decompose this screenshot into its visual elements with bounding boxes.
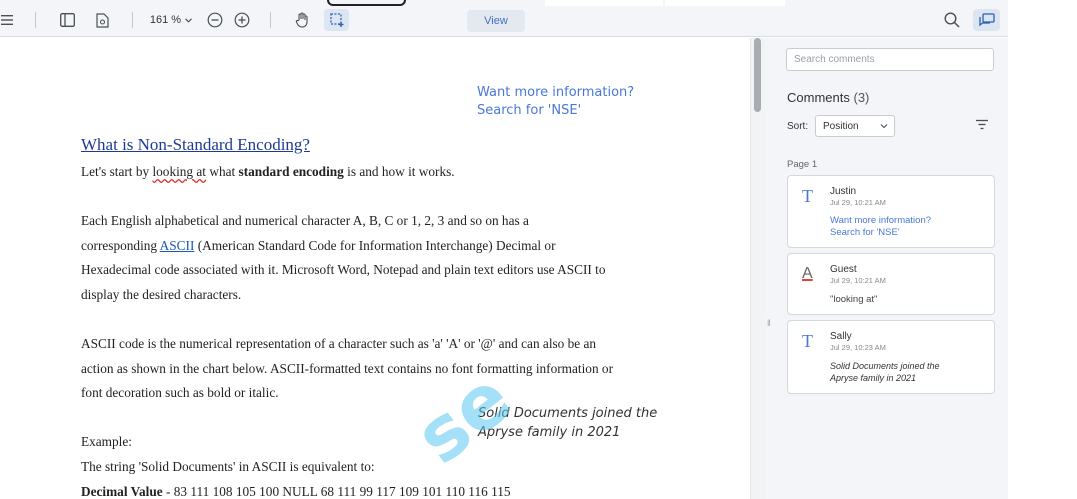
document-heading: What is Non-Standard Encoding? xyxy=(81,135,310,154)
free-text-icon: T xyxy=(802,331,813,351)
example-label: Example: xyxy=(81,434,132,449)
zoom-level-dropdown[interactable]: 161 % xyxy=(148,9,194,31)
comment-line: Apryse family in 2021 xyxy=(830,373,917,383)
tab-strip-segment xyxy=(665,0,785,6)
tab-strip-segment xyxy=(545,0,663,6)
page-group-label: Page 1 xyxy=(787,159,818,170)
filter-icon[interactable] xyxy=(975,119,989,130)
comment-timestamp: Jul 29, 10:21 AM xyxy=(830,276,886,285)
text-span: is and how it works. xyxy=(343,164,455,179)
paragraph-line: Each English alphabetical and numerical … xyxy=(81,213,529,228)
text-span: what xyxy=(206,164,239,179)
area-select-icon[interactable] xyxy=(324,9,349,31)
panel-resize-handle[interactable] xyxy=(765,38,773,499)
search-comments-input[interactable]: Search comments xyxy=(786,48,994,71)
bold-text: Decimal Value xyxy=(81,484,163,499)
text-span: - 83 111 108 105 100 NULL 68 111 99 117 … xyxy=(162,484,511,499)
grip-icon: ‖ xyxy=(767,318,771,328)
annotation-line: Want more information? xyxy=(477,85,635,100)
comments-icon[interactable] xyxy=(973,9,1000,31)
comment-card[interactable]: A Guest Jul 29, 10:21 AM "looking at" xyxy=(787,253,995,315)
comment-content: "looking at" xyxy=(830,294,877,306)
top-toolbar: 161 % View xyxy=(0,0,1008,37)
page-margin xyxy=(1008,0,1077,499)
toolbar-divider xyxy=(35,12,36,28)
sort-label: Sort: xyxy=(787,121,809,132)
view-mode-button[interactable]: View xyxy=(467,10,525,32)
intro-paragraph: Let's start by looking at what standard … xyxy=(81,164,455,180)
active-tab-outline[interactable] xyxy=(327,0,406,6)
comment-author: Justin xyxy=(830,186,857,197)
paragraph-line: action as shown in the chart below. ASCI… xyxy=(81,361,613,376)
annotation-line: Search for 'NSE' xyxy=(477,103,582,118)
zoom-out-icon[interactable] xyxy=(205,9,225,31)
comment-line: Solid Documents joined the xyxy=(830,361,940,371)
comments-count: (3) xyxy=(853,90,870,105)
comment-content: Solid Documents joined the Apryse family… xyxy=(830,360,940,384)
underline-annotation-icon: A xyxy=(802,265,813,282)
paragraph-line: display the desired characters. xyxy=(81,287,242,302)
pan-hand-icon[interactable] xyxy=(292,9,312,31)
comment-author: Guest xyxy=(830,264,857,275)
document-icon[interactable] xyxy=(92,9,112,31)
zoom-level-value: 161 % xyxy=(149,14,182,26)
comment-card[interactable]: T Justin Jul 29, 10:21 AM Want more info… xyxy=(787,175,995,248)
decimal-value-line: Decimal Value - 83 111 108 105 100 NULL … xyxy=(81,484,511,499)
example-line: The string 'Solid Documents' in ASCII is… xyxy=(81,459,375,474)
comments-heading: Comments (3) xyxy=(787,90,869,105)
document-scrollbar-thumb[interactable] xyxy=(754,38,761,112)
panel-toggle-icon[interactable] xyxy=(57,9,77,31)
paragraph-line: corresponding ASCII (American Standard C… xyxy=(81,238,556,254)
text-span: (American Standard Code for Information … xyxy=(194,238,556,253)
comment-content: Want more information? Search for 'NSE' xyxy=(830,215,931,239)
ascii-link[interactable]: ASCII xyxy=(160,238,195,253)
toolbar-divider xyxy=(132,12,133,28)
search-icon[interactable] xyxy=(941,9,963,31)
chevron-down-icon xyxy=(880,124,888,129)
highlight-annotation[interactable]: looking at xyxy=(152,164,206,179)
paragraph-line: font decoration such as bold or italic. xyxy=(81,385,279,400)
comment-card[interactable]: T Sally Jul 29, 10:23 AM Solid Documents… xyxy=(787,320,995,394)
text-span: Let's start by xyxy=(81,164,153,179)
document-page[interactable]: Want more information? Search for 'NSE' … xyxy=(0,38,750,499)
comment-timestamp: Jul 29, 10:21 AM xyxy=(830,198,886,207)
zoom-in-icon[interactable] xyxy=(232,9,252,31)
comments-title: Comments xyxy=(787,90,850,105)
chevron-down-icon xyxy=(185,17,192,23)
bold-text: standard encoding xyxy=(238,164,344,179)
free-text-icon: T xyxy=(802,186,813,206)
paragraph-line: Hexadecimal code associated with it. Mic… xyxy=(81,262,606,277)
paragraph-line: ASCII code is the numerical representati… xyxy=(81,336,597,351)
comment-author: Sally xyxy=(830,331,852,342)
sort-value: Position xyxy=(823,120,859,132)
comment-line: Search for 'NSE' xyxy=(830,227,900,238)
toolbar-divider xyxy=(270,12,271,28)
comment-line: "looking at" xyxy=(830,294,878,305)
comment-timestamp: Jul 29, 10:23 AM xyxy=(830,343,886,352)
free-text-annotation[interactable]: Want more information? Search for 'NSE' xyxy=(477,84,634,120)
text-span: corresponding xyxy=(81,238,160,253)
menu-icon[interactable] xyxy=(0,9,14,31)
comment-line: Want more information? xyxy=(830,215,932,226)
sort-dropdown[interactable]: Position xyxy=(815,115,895,137)
